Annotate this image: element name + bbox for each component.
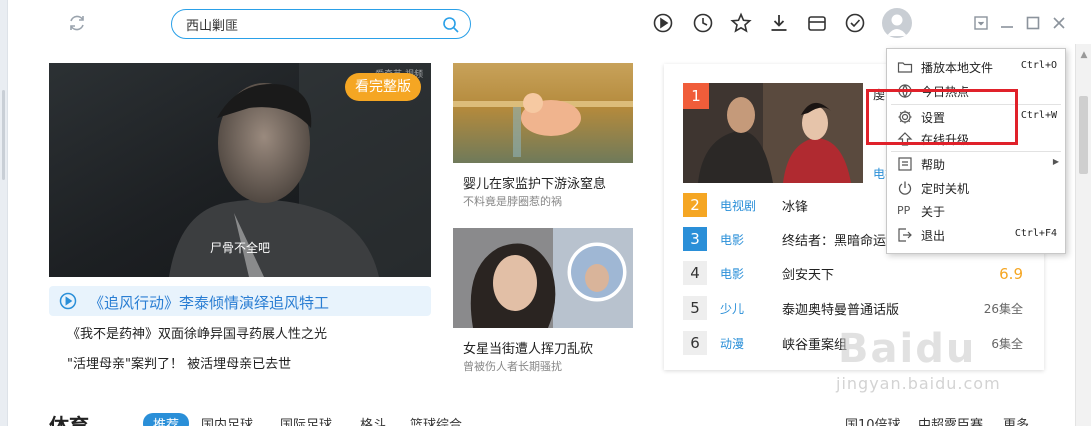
rank-title[interactable]: 剑安天下 bbox=[782, 264, 834, 283]
power-icon bbox=[897, 180, 913, 196]
search-input[interactable] bbox=[186, 15, 436, 33]
hero-video-thumbnail[interactable]: 爱奇艺 视频 看完整版 尸骨不全吧 bbox=[49, 63, 431, 277]
play-circle-icon[interactable] bbox=[59, 292, 77, 310]
menu-dropdown-icon[interactable] bbox=[972, 14, 990, 32]
history-clock-icon[interactable] bbox=[692, 12, 714, 34]
left-scroll-thumb[interactable] bbox=[2, 90, 5, 180]
hero-title-bar[interactable]: 《追风行动》李泰倾情演绎追风特工 bbox=[49, 286, 431, 316]
minimize-icon[interactable] bbox=[998, 14, 1016, 32]
baby-swim-thumbnail[interactable] bbox=[453, 63, 633, 163]
tab-fighting[interactable]: 格斗 bbox=[360, 414, 386, 426]
settings-highlight-box bbox=[866, 89, 1018, 145]
play-icon[interactable] bbox=[652, 12, 674, 34]
menu-shortcut: Ctrl+F4 bbox=[1014, 228, 1057, 239]
watch-full-badge[interactable]: 看完整版 bbox=[345, 73, 421, 101]
hero-title[interactable]: 《追风行动》李泰倾情演绎追风特工 bbox=[89, 292, 329, 313]
refresh-icon[interactable] bbox=[66, 12, 88, 34]
tab-right-1[interactable]: 国10倍球 bbox=[845, 414, 901, 426]
rank-title[interactable]: 终结者：黑暗命运 bbox=[782, 230, 886, 249]
menu-item-about[interactable]: PP 关于 bbox=[887, 200, 1065, 222]
tab-right-2[interactable]: 中超露臣赛 bbox=[918, 414, 983, 426]
maximize-icon[interactable] bbox=[1024, 14, 1042, 32]
user-avatar[interactable] bbox=[882, 8, 912, 38]
menu-label: 帮助 bbox=[921, 158, 946, 172]
rank-number: 6 bbox=[683, 331, 707, 355]
main-dropdown-menu: 播放本地文件 Ctrl+O 今日热点 设置 Ctrl+W 在线升级 帮助 ▶ 定… bbox=[886, 48, 1066, 254]
sports-section-title: 体育 bbox=[49, 414, 89, 426]
menu-shortcut: Ctrl+O bbox=[1020, 60, 1057, 71]
jingyan-watermark: jingyan.baidu.com bbox=[836, 374, 1001, 393]
thumb-subcaption: 曾被伤人者长期骚扰 bbox=[463, 360, 562, 373]
scroll-up-icon[interactable]: ▲ bbox=[1079, 50, 1089, 60]
menu-item-timed-shutdown[interactable]: 定时关机 bbox=[887, 177, 1065, 199]
actress-thumbnail[interactable] bbox=[453, 228, 633, 328]
rank-score: 6.9 bbox=[999, 265, 1023, 283]
close-icon[interactable] bbox=[1050, 14, 1068, 32]
menu-label: 定时关机 bbox=[921, 182, 970, 196]
scrollbar-thumb[interactable] bbox=[1079, 96, 1088, 174]
left-scroll-strip bbox=[0, 0, 8, 426]
rank-category[interactable]: 少儿 bbox=[720, 300, 744, 317]
rank-number: 4 bbox=[683, 261, 707, 285]
tab-more[interactable]: 更多 bbox=[1003, 414, 1029, 426]
submenu-arrow-icon: ▶ bbox=[1052, 157, 1059, 166]
rank-category[interactable]: 电影 bbox=[720, 231, 744, 248]
menu-label: 关于 bbox=[921, 205, 946, 219]
menu-item-help[interactable]: 帮助 ▶ bbox=[887, 153, 1065, 175]
vertical-scrollbar[interactable]: ▲ bbox=[1075, 44, 1091, 426]
menu-item-play-local[interactable]: 播放本地文件 Ctrl+O bbox=[887, 56, 1065, 78]
rank-episodes: 6集全 bbox=[991, 337, 1023, 351]
thumb-caption[interactable]: 婴儿在家监护下游泳窒息 bbox=[463, 173, 606, 192]
hero-subtitle: 尸骨不全吧 bbox=[209, 241, 270, 255]
thumb-caption[interactable]: 女星当街遭人挥刀乱砍 bbox=[463, 338, 593, 357]
player-window: ▲ 爱奇艺 视频 看完整版 尸骨不全吧 《 bbox=[0, 0, 1091, 426]
download-icon[interactable] bbox=[768, 12, 790, 34]
menu-item-exit[interactable]: 退出 Ctrl+F4 bbox=[887, 224, 1065, 246]
tab-recommend[interactable]: 推荐 bbox=[143, 413, 190, 426]
menu-separator bbox=[891, 151, 1061, 152]
menu-label: 退出 bbox=[921, 229, 946, 243]
news-link[interactable]: "活埋母亲"案判了！ 被活埋母亲已去世 bbox=[67, 353, 291, 372]
exit-icon bbox=[897, 227, 913, 243]
rank-category[interactable]: 电影 bbox=[720, 265, 744, 282]
rank-episodes: 26集全 bbox=[983, 302, 1023, 316]
folder-icon bbox=[897, 59, 913, 75]
search-box[interactable] bbox=[171, 9, 471, 39]
rank-number: 5 bbox=[683, 296, 707, 320]
news-link[interactable]: 《我不是药神》双面徐峥异国寻药展人性之光 bbox=[67, 323, 327, 342]
rank-number: 1 bbox=[683, 83, 709, 109]
favorite-star-icon[interactable] bbox=[730, 12, 752, 34]
tab-international-football[interactable]: 国际足球 bbox=[280, 414, 332, 426]
thumb-subcaption: 不料竟是脖圈惹的祸 bbox=[463, 195, 562, 208]
help-icon bbox=[897, 156, 913, 172]
rank-number: 2 bbox=[683, 193, 707, 217]
rank-row[interactable]: 4 电影 剑安天下 6.9 bbox=[683, 261, 1043, 291]
task-check-icon[interactable] bbox=[844, 12, 866, 34]
rank-1-thumbnail[interactable] bbox=[683, 83, 863, 183]
rank-title[interactable]: 泰迦奥特曼普通话版 bbox=[782, 299, 899, 318]
rank-title[interactable]: 冰锋 bbox=[782, 196, 808, 215]
rank-category[interactable]: 电视剧 bbox=[720, 197, 756, 214]
rank-category[interactable]: 动漫 bbox=[720, 335, 744, 352]
rank-row[interactable]: 5 少儿 泰迦奥特曼普通话版 26集全 bbox=[683, 296, 1043, 326]
tab-basketball[interactable]: 篮球综合 bbox=[410, 414, 462, 426]
tab-domestic-football[interactable]: 国内足球 bbox=[201, 414, 253, 426]
message-box-icon[interactable] bbox=[806, 12, 828, 34]
rank-number: 3 bbox=[683, 227, 707, 251]
search-icon[interactable] bbox=[442, 16, 460, 34]
menu-shortcut: Ctrl+W bbox=[1020, 110, 1057, 121]
pp-icon: PP bbox=[897, 204, 911, 217]
baidu-watermark: Baidu bbox=[838, 326, 977, 372]
menu-label: 播放本地文件 bbox=[921, 61, 994, 75]
